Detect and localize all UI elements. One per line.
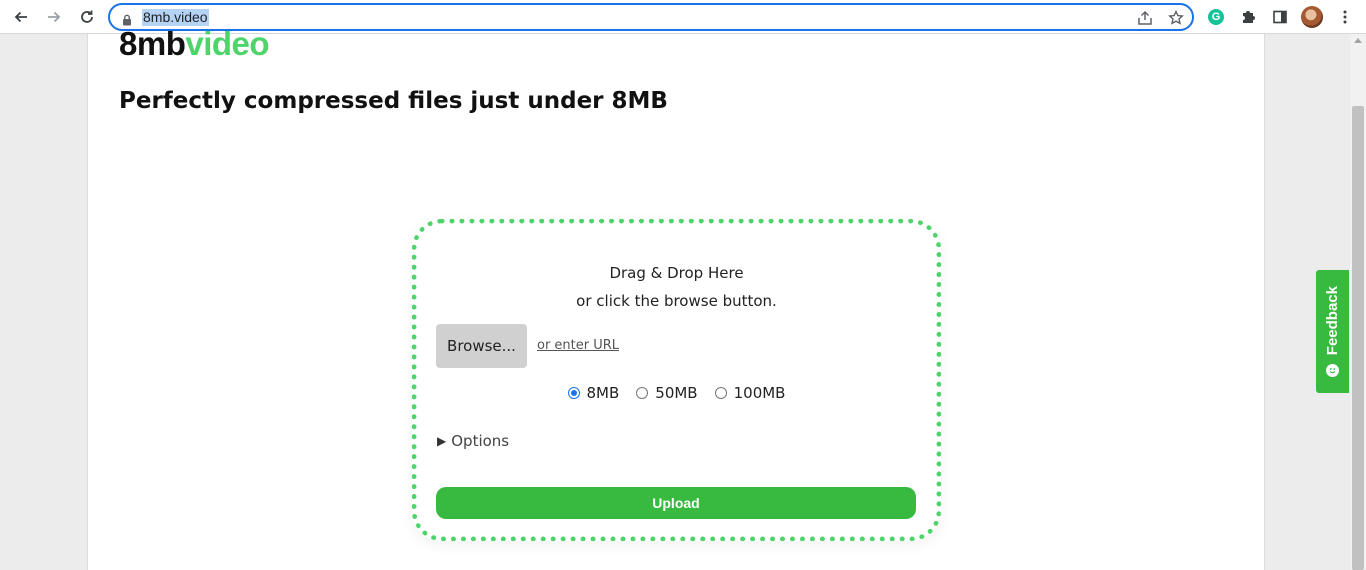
profile-avatar[interactable] bbox=[1301, 6, 1323, 28]
drop-zone[interactable]: Drag & Drop Here or click the browse but… bbox=[412, 219, 941, 541]
share-icon[interactable] bbox=[1136, 9, 1154, 27]
address-bar[interactable]: 8mb.video bbox=[108, 3, 1194, 31]
page-content: 8mbvideo Perfectly compressed files just… bbox=[87, 25, 1265, 570]
site-logo[interactable]: 8mbvideo bbox=[119, 24, 270, 64]
grammarly-letter: G bbox=[1208, 9, 1224, 25]
radio-50mb[interactable] bbox=[636, 387, 649, 399]
reload-icon[interactable] bbox=[75, 5, 99, 29]
logo-part-8mb: 8mb bbox=[119, 25, 186, 62]
radio-100mb[interactable] bbox=[714, 387, 727, 399]
options-toggle[interactable]: ▶ Options bbox=[437, 432, 509, 450]
forward-arrow-icon[interactable] bbox=[42, 5, 66, 29]
triangle-right-icon: ▶ bbox=[437, 434, 447, 448]
page-scrollbar[interactable] bbox=[1350, 34, 1366, 570]
size-radio-group: 8MB 50MB 100MB bbox=[417, 384, 936, 402]
star-icon[interactable] bbox=[1167, 9, 1185, 27]
back-arrow-icon[interactable] bbox=[9, 5, 33, 29]
page-title: Perfectly compressed files just under 8M… bbox=[119, 88, 668, 114]
scrollbar-thumb[interactable] bbox=[1352, 106, 1364, 570]
logo-part-video: video bbox=[185, 25, 270, 62]
radio-8mb[interactable] bbox=[567, 387, 580, 399]
size-option-100mb[interactable]: 100MB bbox=[714, 384, 786, 402]
drag-drop-text: Drag & Drop Here bbox=[609, 264, 744, 282]
size-label-50mb: 50MB bbox=[655, 384, 698, 402]
size-label-8mb: 8MB bbox=[586, 384, 620, 402]
browse-button[interactable]: Browse... bbox=[436, 324, 527, 368]
enter-url-link[interactable]: or enter URL bbox=[537, 338, 619, 353]
more-vert-icon[interactable] bbox=[1334, 6, 1356, 28]
options-label: Options bbox=[451, 432, 510, 450]
upload-button[interactable]: Upload bbox=[436, 487, 916, 519]
feedback-tab[interactable]: Feedback bbox=[1316, 270, 1349, 393]
avatar-image bbox=[1301, 6, 1323, 28]
smiley-icon bbox=[1326, 363, 1339, 377]
extensions-puzzle-icon[interactable] bbox=[1237, 6, 1259, 28]
size-option-50mb[interactable]: 50MB bbox=[636, 384, 698, 402]
grammarly-icon[interactable]: G bbox=[1205, 6, 1227, 28]
size-option-8mb[interactable]: 8MB bbox=[567, 384, 620, 402]
scroll-up-arrow-icon[interactable] bbox=[1354, 38, 1362, 43]
feedback-label: Feedback bbox=[1324, 286, 1341, 356]
side-panel-icon[interactable] bbox=[1269, 6, 1291, 28]
size-label-100mb: 100MB bbox=[733, 384, 786, 402]
browse-hint-text: or click the browse button. bbox=[576, 292, 777, 310]
